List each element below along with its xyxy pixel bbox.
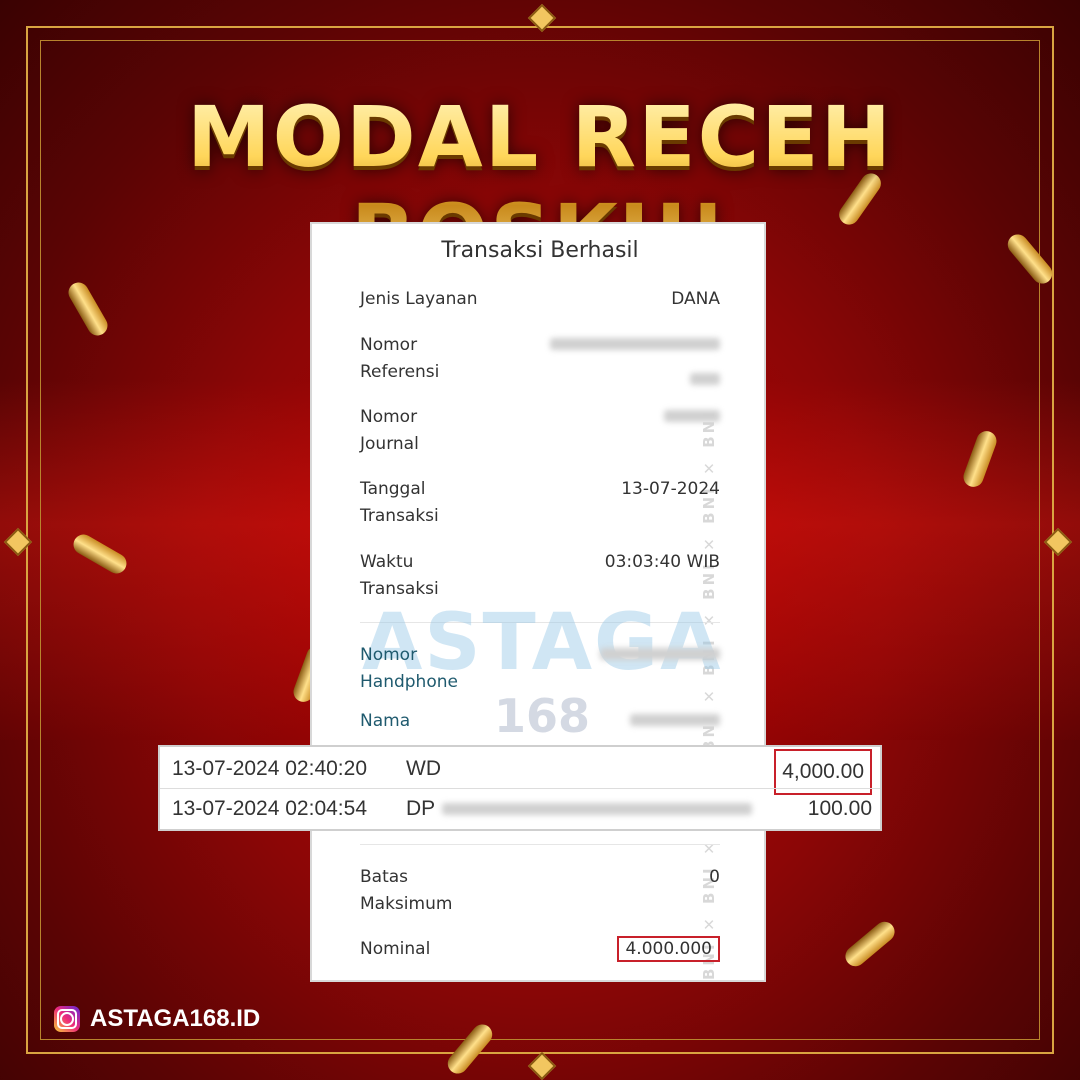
row-label: Batas Maksimum [360,867,453,914]
social-handle[interactable]: ASTAGA168.ID [54,1004,260,1034]
transaction-type: WD [406,757,441,780]
row-tanggal-transaksi: Tanggal Transaksi 13-07-2024 [360,476,720,530]
instagram-icon [54,1006,80,1032]
row-label: Waktu Transaksi [360,552,439,599]
row-batas-maksimum: Batas Maksimum 0 [360,864,720,918]
transaction-type: DP [406,797,436,820]
redacted-value [664,404,720,431]
row-waktu-transaksi: Waktu Transaksi 03:03:40 WIB [360,549,720,603]
row-nomor-handphone: Nomor Handphone [360,642,720,696]
row-label: Tanggal Transaksi [360,479,439,526]
divider [360,844,720,845]
transaction-datetime: 13-07-2024 02:40:20 [172,757,367,780]
promo-banner: MODAL RECEH BOSKU! BNI ✕ BNI ✕ BNI ✕ BNI… [0,0,1080,1080]
row-label: Nomor Handphone [360,645,458,692]
row-label: Jenis Layanan [360,289,478,309]
row-value: DANA [671,289,720,309]
transaction-receipt: BNI ✕ BNI ✕ BNI ✕ BNI ✕ BNI ✕ BNI ✕ BNI … [310,222,766,982]
row-label: Nomor Referensi [360,335,440,382]
redacted-value [630,708,720,735]
transaction-amount: 100.00 [807,797,872,820]
row-label: Nominal [360,939,431,959]
handle-text: ASTAGA168.ID [90,1005,261,1032]
row-nomor-journal: Nomor Journal [360,404,720,458]
transaction-row-wd: 13-07-2024 02:40:20 WD 4,000.00 [160,749,880,795]
transaction-datetime: 13-07-2024 02:04:54 [172,797,367,820]
redacted-value [442,789,752,829]
row-label: Nama [360,711,411,731]
row-label: Nomor Journal [360,407,419,454]
redacted-value [600,642,720,669]
nominal-value: 4.000.000 [617,936,720,963]
receipt-title: Transaksi Berhasil [441,238,639,263]
row-value: 13-07-2024 [621,479,720,499]
redacted-value [550,332,720,394]
row-value: 03:03:40 WIB [604,552,720,572]
row-nomor-referensi: Nomor Referensi [360,332,720,386]
nominal-highlight: 4.000.000 [617,936,720,962]
frame-ornament-bottom [527,1051,557,1080]
row-value: 0 [709,867,720,887]
transaction-row-dp: 13-07-2024 02:04:54 DP 100.00 [160,789,880,829]
transaction-history-panel: 13-07-2024 02:40:20 WD 4,000.00 13-07-20… [158,745,882,831]
